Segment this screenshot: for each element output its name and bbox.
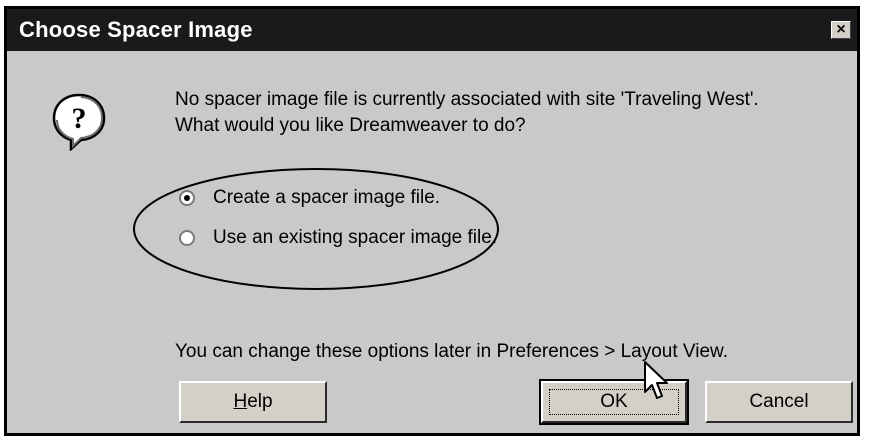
close-button[interactable]: ×	[831, 21, 851, 39]
ok-button-label: OK	[600, 391, 628, 412]
highlight-ellipse	[133, 168, 499, 290]
help-button[interactable]: Help	[179, 381, 327, 423]
title-bar[interactable]: Choose Spacer Image ×	[7, 9, 857, 51]
message-line-1: No spacer image file is currently associ…	[175, 89, 759, 110]
dialog-title: Choose Spacer Image	[19, 17, 253, 42]
message-line-2: What would you like Dreamweaver to do?	[175, 115, 526, 136]
help-button-label: Help	[233, 391, 273, 412]
dialog-content: ? No spacer image file is currently asso…	[7, 51, 857, 433]
question-bubble-icon: ?	[52, 93, 106, 151]
message-text: No spacer image file is currently associ…	[175, 87, 845, 139]
cancel-button-label: Cancel	[749, 391, 809, 412]
mouse-pointer-icon	[644, 361, 668, 399]
close-icon: ×	[836, 21, 846, 38]
cancel-button[interactable]: Cancel	[705, 381, 853, 423]
dialog-window: Choose Spacer Image × ? No spacer image …	[4, 6, 860, 436]
svg-text:?: ?	[72, 102, 87, 135]
